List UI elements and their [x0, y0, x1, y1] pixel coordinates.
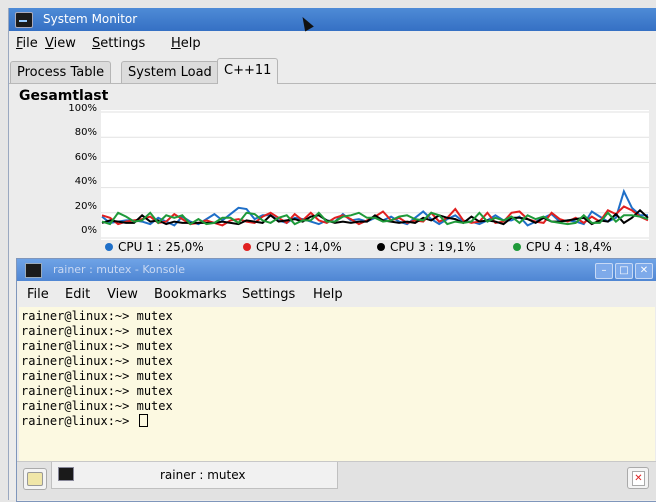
system-monitor-app-icon[interactable] — [15, 12, 33, 28]
chart-title: Gesamtlast — [19, 88, 109, 104]
tab-bar: Process Table System Load C++11 — [9, 57, 656, 84]
legend-cpu1: CPU 1 : 25,0% — [105, 240, 204, 254]
konsole-menu-edit[interactable]: Edit — [65, 287, 90, 302]
legend-dot-icon — [513, 243, 521, 251]
tab-cpp11[interactable]: C++11 — [217, 58, 279, 84]
konsole-titlebar[interactable]: rainer : mutex - Konsole – □ ✕ — [17, 259, 656, 281]
terminal-cursor-icon — [138, 414, 148, 427]
maximize-button[interactable]: □ — [615, 263, 633, 279]
menu-help[interactable]: Help — [171, 36, 201, 51]
tab-system-load[interactable]: System Load — [121, 61, 219, 83]
menu-file[interactable]: File — [16, 36, 38, 51]
terminal-prompt: rainer@linux:~> — [21, 414, 148, 428]
window-title: System Monitor — [43, 12, 138, 26]
system-monitor-titlebar[interactable]: System Monitor — [9, 8, 656, 31]
terminal-line: rainer@linux:~> mutex — [21, 399, 173, 413]
terminal-line: rainer@linux:~> mutex — [21, 384, 173, 398]
terminal-line: rainer@linux:~> mutex — [21, 354, 173, 368]
cpu-load-plot — [101, 111, 649, 239]
y-tick-label: 40% — [74, 176, 97, 187]
legend-dot-icon — [377, 243, 385, 251]
konsole-app-icon[interactable] — [25, 263, 42, 278]
terminal-icon — [58, 467, 74, 481]
konsole-menu-help[interactable]: Help — [313, 287, 343, 302]
legend-cpu4: CPU 4 : 18,4% — [513, 240, 612, 254]
menu-settings[interactable]: Settings — [92, 36, 145, 51]
konsole-menu-view[interactable]: View — [107, 287, 138, 302]
close-tab-button[interactable]: ✕ — [627, 467, 649, 489]
prompt-text: rainer@linux:~> — [21, 414, 137, 428]
legend-dot-icon — [105, 243, 113, 251]
terminal-line: rainer@linux:~> mutex — [21, 339, 173, 353]
tab-process-table[interactable]: Process Table — [10, 61, 112, 83]
terminal-line: rainer@linux:~> mutex — [21, 324, 173, 338]
konsole-menu-settings[interactable]: Settings — [242, 287, 295, 302]
new-tab-icon — [27, 472, 43, 486]
y-tick-label: 80% — [74, 127, 97, 138]
terminal-line: rainer@linux:~> mutex — [21, 309, 173, 323]
minimize-button[interactable]: – — [595, 263, 613, 279]
session-tab-label: rainer : mutex — [160, 468, 246, 482]
konsole-menubar: File Edit View Bookmarks Settings Help — [17, 287, 656, 307]
y-tick-label: 0% — [81, 225, 97, 236]
close-tab-icon: ✕ — [632, 471, 645, 486]
y-tick-label: 100% — [68, 103, 97, 114]
y-tick-label: 60% — [74, 152, 97, 163]
y-tick-label: 20% — [74, 201, 97, 212]
menubar: File View Settings Help — [9, 33, 656, 55]
terminal-output[interactable]: rainer@linux:~> mutex rainer@linux:~> mu… — [19, 307, 655, 461]
konsole-menu-bookmarks[interactable]: Bookmarks — [154, 287, 227, 302]
legend-dot-icon — [243, 243, 251, 251]
konsole-window-title: rainer : mutex - Konsole — [53, 263, 185, 276]
close-button[interactable]: ✕ — [635, 263, 653, 279]
session-tab[interactable]: rainer : mutex — [51, 462, 338, 489]
konsole-menu-file[interactable]: File — [27, 287, 49, 302]
menu-view[interactable]: View — [45, 36, 76, 51]
konsole-window: rainer : mutex - Konsole – □ ✕ File Edit… — [16, 258, 656, 502]
cpu-load-chart — [101, 110, 649, 240]
legend-cpu2: CPU 2 : 14,0% — [243, 240, 342, 254]
new-tab-button[interactable] — [23, 468, 47, 490]
konsole-tab-bar: rainer : mutex ✕ — [17, 461, 656, 500]
terminal-line: rainer@linux:~> mutex — [21, 369, 173, 383]
legend-cpu3: CPU 3 : 19,1% — [377, 240, 476, 254]
